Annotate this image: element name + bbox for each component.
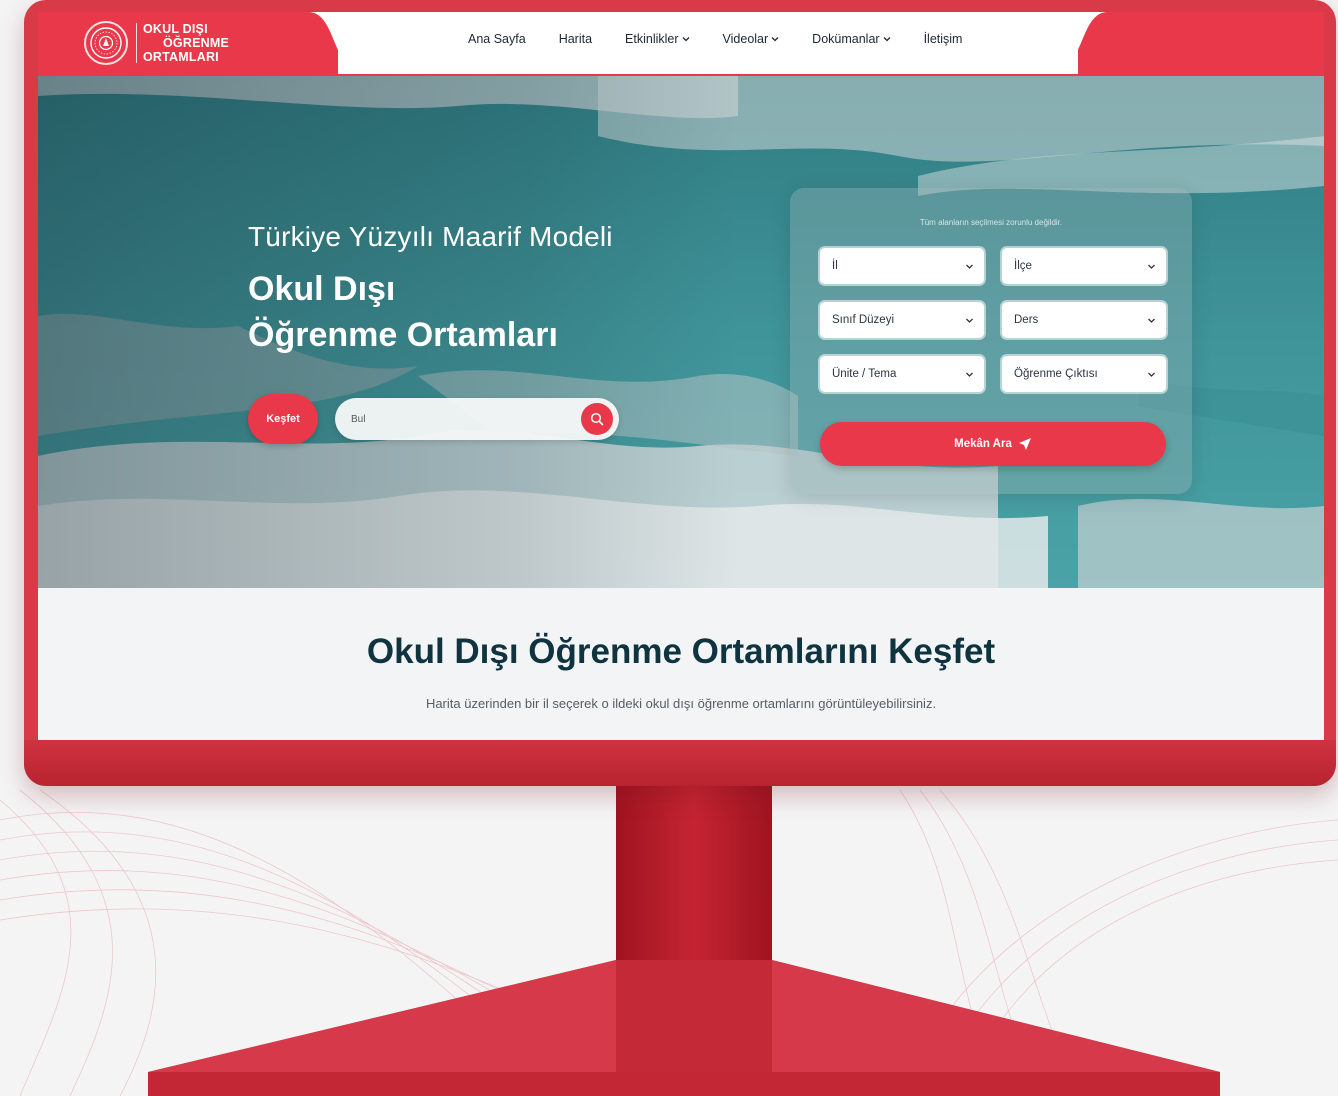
location-arrow-icon xyxy=(1018,438,1031,450)
nav-label: Ana Sayfa xyxy=(468,32,526,46)
monitor-stand-base xyxy=(148,960,1220,1096)
logo-line-1: OKUL DIŞI xyxy=(143,22,208,36)
nav-label: İletişim xyxy=(923,32,963,46)
section-title: Okul Dışı Öğrenme Ortamlarını Keşfet xyxy=(366,632,996,671)
search-box xyxy=(335,398,619,440)
chevron-down-icon xyxy=(771,37,779,42)
sinif-duzeyi-select[interactable]: Sınıf Düzeyi xyxy=(820,302,984,338)
select-value: Öğrenme Çıktısı xyxy=(1014,368,1098,380)
monitor-chin xyxy=(24,740,1336,786)
select-value: İlçe xyxy=(1014,260,1032,272)
hero-title-line-1: Okul Dışı xyxy=(248,270,396,308)
chevron-down-icon xyxy=(966,264,973,269)
chevron-down-icon xyxy=(682,37,689,42)
nav-label: Etkinlikler xyxy=(625,32,679,46)
nav-label: Dokümanlar xyxy=(812,32,880,46)
hero-title-line-2: Öğrenme Ortamları xyxy=(248,316,558,354)
chevron-down-icon xyxy=(883,37,891,42)
logo-separator xyxy=(136,23,137,63)
chevron-down-icon xyxy=(966,318,973,323)
select-value: Sınıf Düzeyi xyxy=(832,314,894,326)
nav-item-iletisim[interactable]: İletişim xyxy=(924,32,963,46)
nav-item-etkinlikler[interactable]: Etkinlikler xyxy=(625,32,690,46)
hero-subtitle: Türkiye Yüzyılı Maarif Modeli xyxy=(248,221,613,252)
section-description: Harita üzerinden bir il seçerek o ildeki… xyxy=(425,696,937,711)
hero-title: Okul Dışı Öğrenme Ortamları xyxy=(248,266,558,358)
filter-panel: Tüm alanların seçilmesi zorunlu değildir… xyxy=(790,188,1192,494)
main-nav: Ana Sayfa Harita Etkinlikler Videolar Do… xyxy=(468,32,995,46)
search-button[interactable] xyxy=(581,403,613,435)
search-place-label: Mekân Ara xyxy=(954,438,1012,450)
chevron-down-icon xyxy=(1148,318,1155,323)
nav-curve-right xyxy=(1048,12,1108,74)
nav-item-harita[interactable]: Harita xyxy=(559,32,592,46)
search-icon xyxy=(590,412,604,426)
logo-text: OKUL DIŞI ÖĞRENME ORTAMLARI xyxy=(143,22,229,64)
nav-item-videolar[interactable]: Videolar xyxy=(723,32,780,46)
chevron-down-icon xyxy=(966,372,973,377)
hero-section: Türkiye Yüzyılı Maarif Modeli Okul Dışı … xyxy=(38,76,1324,588)
ilce-select[interactable]: İlçe xyxy=(1002,248,1166,284)
monitor-stand-neck xyxy=(616,786,772,986)
meb-emblem-icon xyxy=(84,21,128,65)
site-header: OKUL DIŞI ÖĞRENME ORTAMLARI Ana Sayfa Ha… xyxy=(38,12,1324,76)
ogrenme-ciktisi-select[interactable]: Öğrenme Çıktısı xyxy=(1002,356,1166,392)
ders-select[interactable]: Ders xyxy=(1002,302,1166,338)
search-input[interactable] xyxy=(351,408,571,430)
site-logo[interactable]: OKUL DIŞI ÖĞRENME ORTAMLARI xyxy=(84,18,229,68)
select-value: Ders xyxy=(1014,314,1039,326)
logo-line-2: ÖĞRENME xyxy=(163,36,229,50)
nav-label: Videolar xyxy=(722,32,769,46)
chevron-down-icon xyxy=(1148,372,1155,377)
search-place-button[interactable]: Mekân Ara xyxy=(820,422,1166,466)
nav-label: Harita xyxy=(558,32,593,46)
filter-note: Tüm alanların seçilmesi zorunlu değildir… xyxy=(919,218,1063,227)
logo-line-3: ORTAMLARI xyxy=(143,50,219,64)
nav-item-dokumanlar[interactable]: Dokümanlar xyxy=(812,32,891,46)
explore-button[interactable]: Keşfet xyxy=(248,394,318,444)
chevron-down-icon xyxy=(1148,264,1155,269)
select-value: İl xyxy=(832,260,838,272)
select-value: Ünite / Tema xyxy=(832,368,897,380)
website-screen: OKUL DIŞI ÖĞRENME ORTAMLARI Ana Sayfa Ha… xyxy=(38,12,1324,740)
il-select[interactable]: İl xyxy=(820,248,984,284)
nav-item-ana-sayfa[interactable]: Ana Sayfa xyxy=(468,32,526,46)
unite-tema-select[interactable]: Ünite / Tema xyxy=(820,356,984,392)
